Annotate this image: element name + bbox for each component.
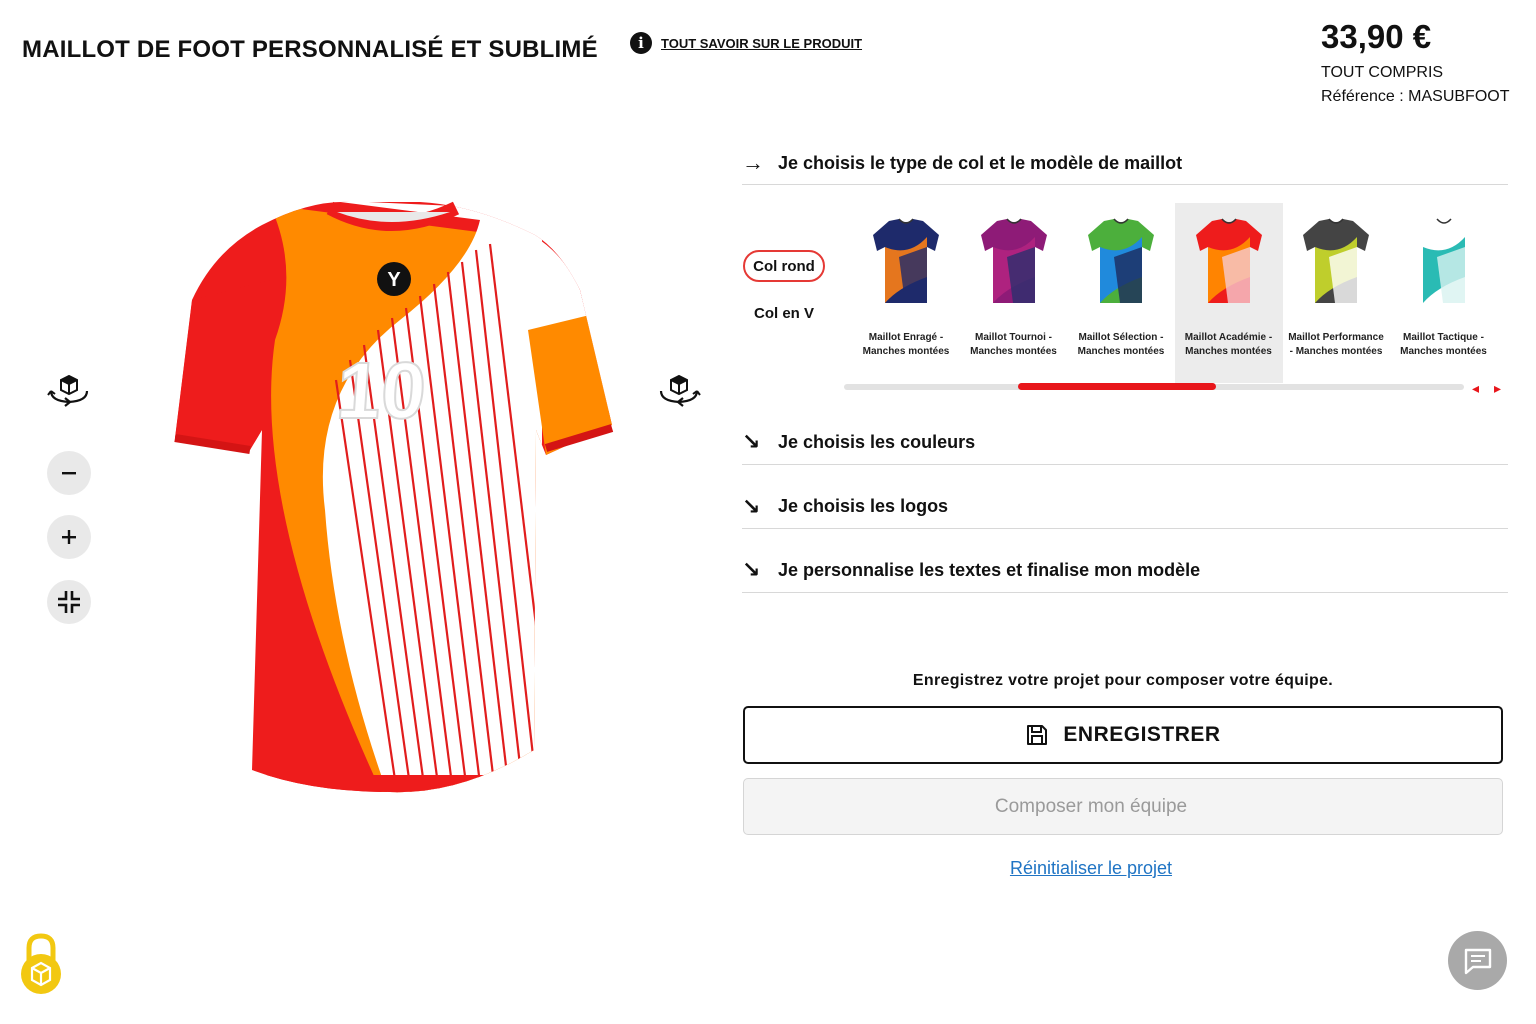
carousel-scrollbar-thumb[interactable]: [1018, 383, 1216, 390]
collar-option-round[interactable]: Col rond: [743, 250, 825, 282]
model-card-caption: Maillot Tournoi - Manches montées: [960, 331, 1068, 359]
rotate-3d-icon: [659, 374, 701, 407]
zoom-in-button[interactable]: [47, 515, 91, 559]
jersey-thumbnail: [980, 218, 1047, 303]
model-name: Maillot Tactique -: [1403, 332, 1484, 343]
zoom-out-button[interactable]: [47, 451, 91, 495]
save-button[interactable]: ENREGISTRER: [743, 706, 1503, 764]
model-name: Maillot Académie -: [1184, 332, 1273, 343]
model-sleeve-type: - Ma: [1497, 345, 1514, 359]
model-name: Maillot Performance: [1288, 332, 1384, 343]
info-icon: i: [630, 32, 652, 54]
lock-icon: [21, 933, 61, 994]
chat-button[interactable]: [1448, 931, 1507, 990]
model-card-caption: Maillot Sélection - Manches montées: [1067, 331, 1175, 359]
jersey-image: Y 10: [174, 201, 614, 793]
model-sleeve-type: Manches montées: [862, 346, 950, 357]
compose-team-label: Composer mon équipe: [994, 795, 1188, 817]
plus-icon: [62, 530, 76, 544]
jersey-thumbnail: [873, 218, 939, 303]
arrow-down-right-icon: ↘: [742, 493, 761, 519]
model-card[interactable]: Maillot Tactique - Manches montées: [1390, 203, 1498, 383]
chat-icon: [1464, 948, 1491, 974]
model-name: Maillot Enragé -: [868, 332, 944, 343]
secure-badge[interactable]: [18, 932, 64, 998]
product-info-link[interactable]: i TOUT SAVOIR SUR LE PRODUIT: [630, 32, 862, 54]
model-sleeve-type: Manches montées: [970, 346, 1057, 357]
model-card-caption: Maillot Performance - Manches montées: [1282, 331, 1390, 359]
price-note: TOUT COMPRIS: [1321, 64, 1444, 81]
model-card[interactable]: Maillot Académie - Manches montées: [1174, 203, 1283, 383]
model-sleeve-type: Manches montées: [1077, 346, 1165, 357]
model-card-caption: Maillot Enragé - Manches montées: [852, 331, 960, 359]
carousel-prev-icon[interactable]: ◂: [1472, 380, 1479, 397]
minus-icon: [62, 472, 76, 475]
collar-option-v[interactable]: Col en V: [743, 297, 825, 329]
section-colors[interactable]: ↘ Je choisis les couleurs: [742, 420, 1508, 465]
model-card-caption: Maillot Académie - Manches montées: [1175, 331, 1283, 359]
model-name: Maill: [1497, 331, 1514, 345]
section-label: Je choisis les couleurs: [778, 431, 976, 452]
save-button-label: ENREGISTRER: [1063, 723, 1221, 746]
jersey-thumbnail: [1303, 218, 1369, 303]
arrow-down-right-icon: ↘: [742, 429, 761, 454]
rotate-3d-icon: [47, 374, 89, 407]
product-reference: Référence : MASUBFOOT: [1321, 88, 1510, 105]
model-card[interactable]: Maillot Tournoi - Manches montées: [960, 203, 1068, 383]
page-title: MAILLOT DE FOOT PERSONNALISÉ ET SUBLIMÉ: [22, 36, 598, 63]
model-sleeve-type: - Manches montées: [1289, 346, 1383, 357]
model-card[interactable]: Maillot Sélection - Manches montées: [1067, 203, 1175, 383]
model-sleeve-type: Manches montées: [1400, 346, 1487, 357]
jersey-number: 10: [334, 345, 429, 435]
model-card[interactable]: Maill- Ma: [1497, 203, 1514, 383]
model-card-caption: Maill- Ma: [1497, 331, 1514, 359]
carousel-next-icon[interactable]: ▸: [1494, 380, 1501, 397]
jersey-thumbnail: [1088, 218, 1154, 303]
section-logos[interactable]: ↘ Je choisis les logos: [742, 485, 1508, 529]
model-name: Maillot Tournoi -: [974, 332, 1053, 343]
rotate-right-button[interactable]: [656, 372, 702, 408]
rotate-left-button[interactable]: [46, 372, 92, 408]
save-hint: Enregistrez votre projet pour composer v…: [912, 672, 1334, 689]
jersey-thumbnail: [1410, 218, 1477, 303]
jersey-preview[interactable]: Y 10: [150, 180, 640, 820]
floppy-disk-icon: [1027, 725, 1048, 745]
price: 33,90 €: [1321, 18, 1432, 55]
jersey-thumbnail: [1195, 218, 1262, 303]
section-label: Je choisis le type de col et le modèle d…: [778, 152, 1183, 173]
section-label: Je personnalise les textes et finalise m…: [778, 559, 1201, 580]
model-name: Maillot Sélection -: [1078, 332, 1164, 343]
product-info-link-label[interactable]: TOUT SAVOIR SUR LE PRODUIT: [661, 36, 862, 51]
compose-team-button[interactable]: Composer mon équipe: [743, 778, 1503, 835]
arrow-right-icon: →: [742, 150, 764, 175]
collapse-icon: [58, 591, 80, 613]
arrow-down-right-icon: ↘: [742, 557, 761, 582]
model-card[interactable]: Maillot Performance - Manches montées: [1282, 203, 1390, 383]
brand-logo-letter: Y: [387, 269, 401, 291]
section-label: Je choisis les logos: [778, 496, 949, 516]
fit-screen-button[interactable]: [47, 580, 91, 624]
model-card[interactable]: Maillot Enragé - Manches montées: [852, 203, 960, 383]
model-carousel[interactable]: Maillot Enragé - Manches montées Maillot T…: [852, 203, 1514, 383]
reset-project-link[interactable]: Réinitialiser le projet: [743, 858, 1439, 879]
model-card-caption: Maillot Tactique - Manches montées: [1390, 331, 1498, 359]
section-collar-model[interactable]: → Je choisis le type de col et le modèle…: [742, 142, 1508, 185]
model-sleeve-type: Manches montées: [1185, 346, 1272, 357]
section-texts[interactable]: ↘ Je personnalise les textes et finalise…: [742, 548, 1508, 593]
